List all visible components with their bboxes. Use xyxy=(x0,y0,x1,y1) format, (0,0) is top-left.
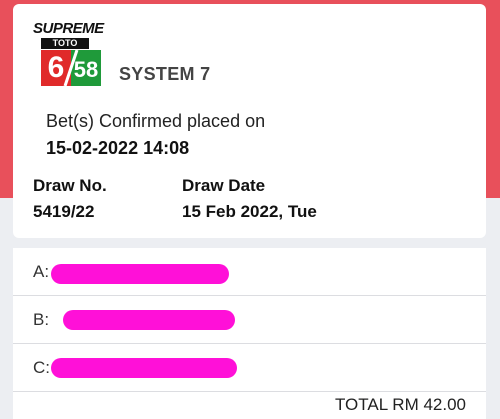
redaction-mark xyxy=(51,264,229,284)
total-amount: TOTAL RM 42.00 xyxy=(334,395,466,414)
logo-brand-text: SUPREME xyxy=(33,20,104,37)
bet-row-a: A: xyxy=(13,248,486,296)
draw-date-value: 15 Feb 2022, Tue xyxy=(182,202,317,221)
confirm-label: Bet(s) Confirmed placed on xyxy=(46,111,266,131)
bet-summary-card: SUPREME TOTO 6 58 SYSTEM 7 Bet(s) Confir… xyxy=(13,4,486,238)
logo-slash-icon xyxy=(63,49,79,87)
bet-numbers-list: A: B: C: TOTAL RM 42.00 xyxy=(13,248,486,419)
draw-no-label: Draw No. xyxy=(33,176,107,195)
draw-no-value: 5419/22 xyxy=(33,202,95,221)
bet-row-label: C: xyxy=(33,358,50,377)
confirm-time: 15-02-2022 14:08 xyxy=(46,138,190,158)
draw-date-label: Draw Date xyxy=(182,176,266,195)
bet-row-b: B: xyxy=(13,296,486,344)
supreme-toto-logo: SUPREME TOTO 6 58 xyxy=(33,20,105,88)
bet-row-c: C: xyxy=(13,344,486,392)
bet-row-label: A: xyxy=(33,262,50,281)
bet-row-label: B: xyxy=(33,310,50,329)
redaction-mark xyxy=(63,310,235,330)
redaction-mark xyxy=(51,358,237,378)
game-system-label: SYSTEM 7 xyxy=(119,64,211,84)
